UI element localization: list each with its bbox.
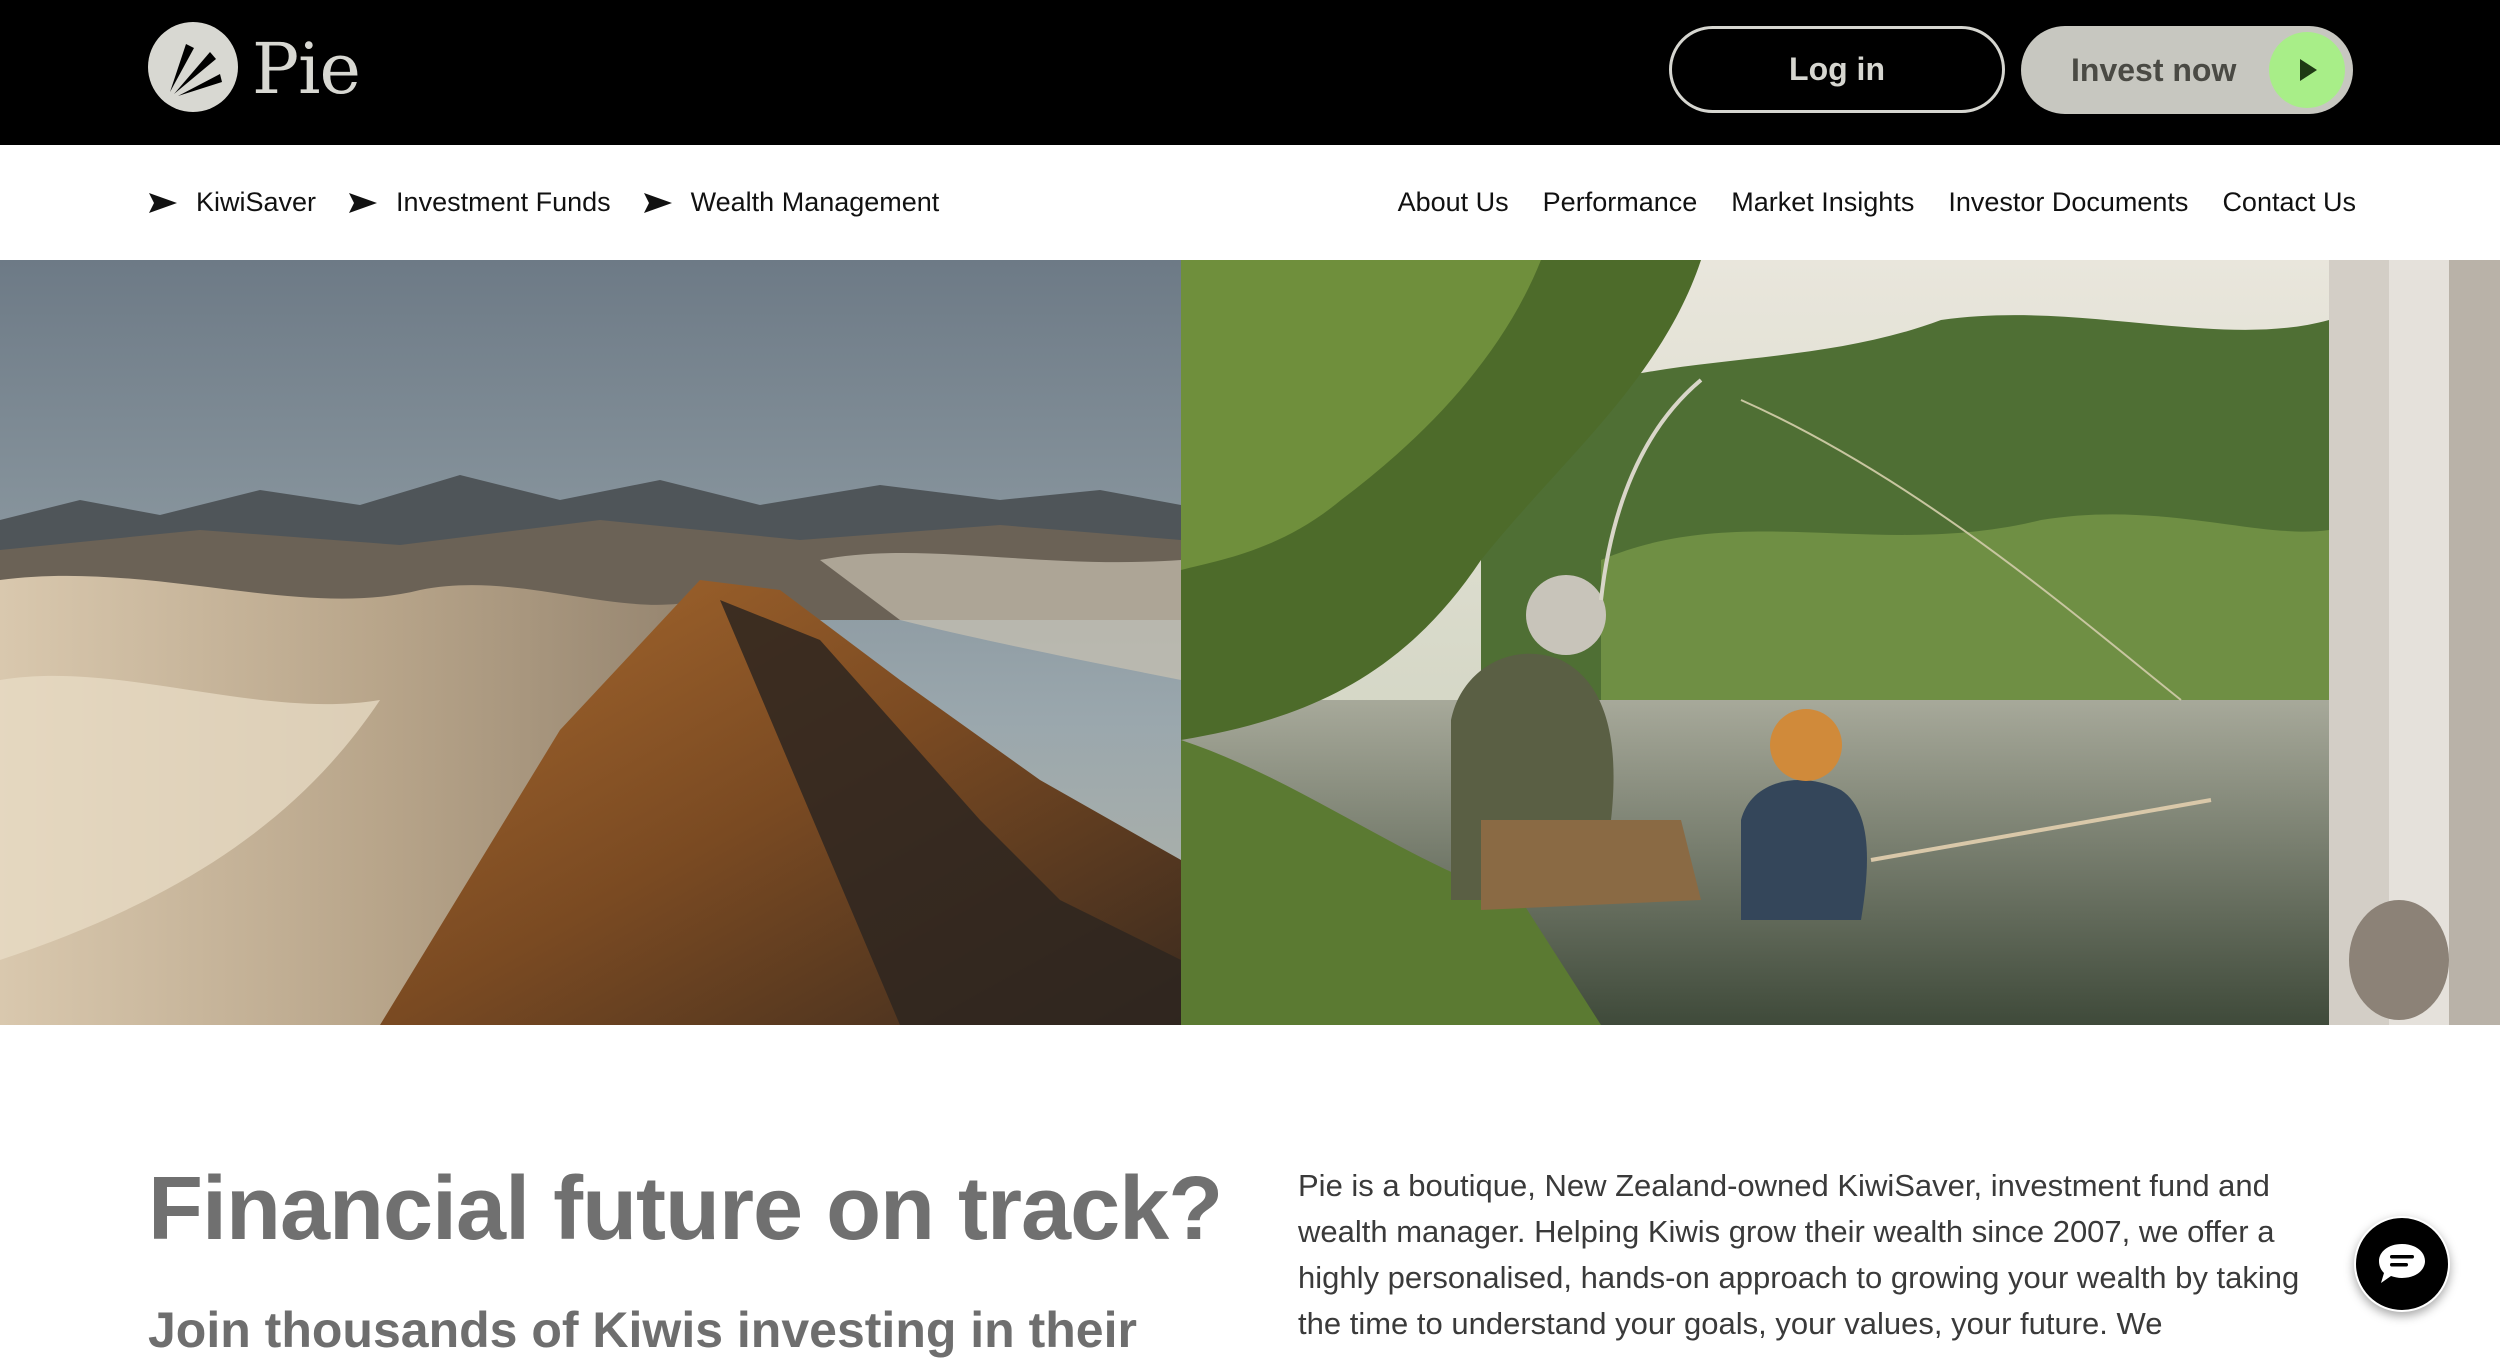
site-nav: About Us Performance Market Insights Inv…	[1398, 145, 2356, 260]
nav-item-label: Wealth Management	[690, 187, 940, 217]
nav-link-investor-documents[interactable]: Investor Documents	[1948, 187, 2188, 218]
invest-now-label: Invest now	[2071, 51, 2237, 88]
pie-logo-icon	[148, 22, 238, 112]
logo-text: Pie	[252, 28, 361, 110]
main-navigation: KiwiSaver Investment Funds Wealth Manage…	[0, 145, 2500, 260]
page-subheadline: Join thousands of Kiwis investing in the…	[148, 1302, 1137, 1358]
nav-item-label: Investment Funds	[396, 187, 611, 217]
hero-carousel	[0, 260, 2500, 1025]
chat-button[interactable]	[2354, 1216, 2450, 1312]
product-nav: KiwiSaver Investment Funds Wealth Manage…	[148, 145, 971, 260]
logo[interactable]: Pie	[148, 22, 361, 112]
flag-icon	[149, 192, 177, 213]
nav-item-investment-funds[interactable]: Investment Funds	[348, 187, 611, 218]
flag-icon	[643, 192, 672, 213]
page-headline: Financial future on track?	[148, 1159, 1223, 1259]
mountain-image	[0, 260, 1181, 1025]
nav-link-about-us[interactable]: About Us	[1398, 187, 1509, 218]
chat-icon	[2379, 1244, 2425, 1283]
flag-icon	[349, 192, 378, 213]
nav-link-performance[interactable]: Performance	[1543, 187, 1698, 218]
nav-item-label: KiwiSaver	[196, 187, 317, 217]
nav-link-contact-us[interactable]: Contact Us	[2222, 187, 2356, 218]
nav-item-wealth-management[interactable]: Wealth Management	[643, 187, 940, 218]
partial-image	[2329, 260, 2500, 1025]
top-header: Pie Log in Invest now	[0, 0, 2500, 145]
invest-now-button[interactable]: Invest now	[2021, 26, 2353, 114]
nav-item-kiwisaver[interactable]: KiwiSaver	[148, 187, 316, 218]
play-icon	[2269, 32, 2345, 108]
fishing-image	[1181, 260, 2329, 1025]
login-button[interactable]: Log in	[1669, 26, 2005, 113]
intro-paragraph: Pie is a boutique, New Zealand-owned Kiw…	[1298, 1168, 2300, 1341]
nav-link-market-insights[interactable]: Market Insights	[1731, 187, 1914, 218]
